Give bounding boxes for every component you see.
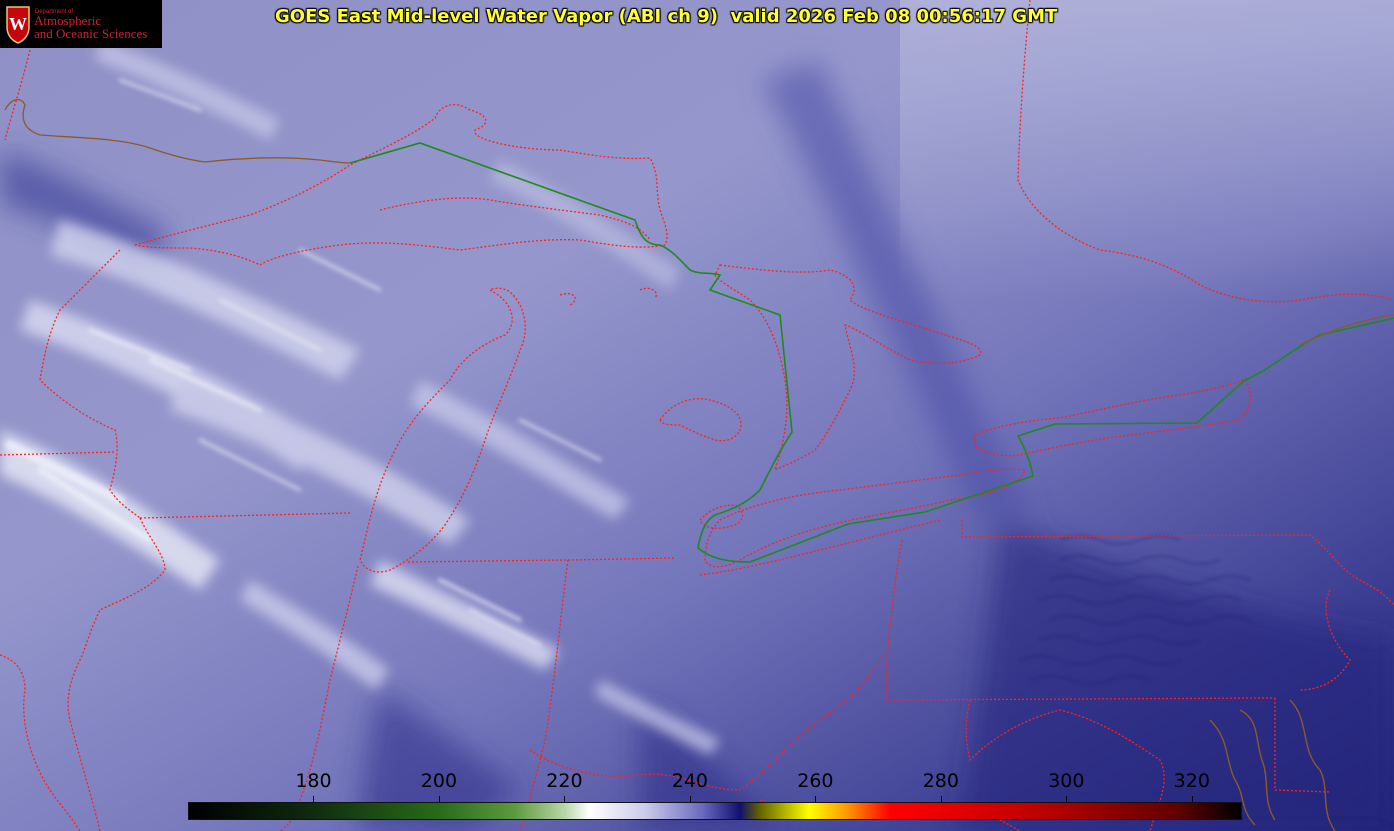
uw-crest-icon: W (6, 6, 30, 44)
upper-right-light-region (900, 0, 1394, 300)
crest-letter: W (9, 14, 27, 34)
brightness-temperature-colorbar (188, 802, 1242, 820)
colorbar-tick-label: 240 (671, 770, 709, 792)
colorbar-tick-label: 300 (1048, 770, 1085, 792)
logo-line-oceanic: and Oceanic Sciences (34, 26, 148, 41)
colorbar-tick-label: 280 (922, 770, 959, 792)
colorbar-tick-label: 320 (1173, 770, 1210, 792)
colorbar-tick-label: 220 (546, 770, 583, 792)
colorbar-tick-label: 200 (420, 770, 458, 792)
colorbar-tick-label: 180 (295, 770, 332, 792)
water-vapor-map (0, 0, 1394, 831)
uw-aos-logo: W Department of Atmospheric and Oceanic … (0, 0, 162, 48)
image-title: GOES East Mid-level Water Vapor (ABI ch … (275, 6, 1058, 27)
satellite-image-viewer: W Department of Atmospheric and Oceanic … (0, 0, 1394, 831)
colorbar-tick-label: 260 (797, 770, 834, 792)
